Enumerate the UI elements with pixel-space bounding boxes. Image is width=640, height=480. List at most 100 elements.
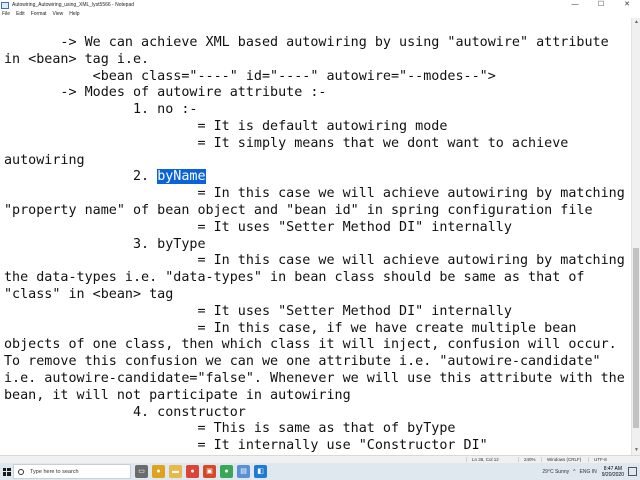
- taskbar-apps: ▭ ● ▬ ● ▣ ● ▤ ◧: [131, 465, 267, 478]
- vertical-scrollbar[interactable]: ▲ ▼: [631, 18, 640, 455]
- text-segment: <bean class="----" id="----" autowire="-…: [4, 68, 496, 84]
- text-line[interactable]: = It uses "Setter Method DI" internally: [4, 220, 625, 237]
- text-segment: i.e. autowire-candidate="false". Wheneve…: [4, 370, 625, 386]
- selected-text: byName: [157, 169, 206, 185]
- text-line[interactable]: autowiring: [4, 153, 625, 170]
- zoom-level: 240%: [524, 457, 536, 462]
- taskbar: Type here to search ▭ ● ▬ ● ▣ ● ▤ ◧ 29°C Sunny …: [0, 463, 640, 480]
- text-segment: -> We can achieve XML based autowiring b…: [4, 35, 609, 50]
- text-segment: = In this case, if we have create multip…: [4, 320, 577, 336]
- encoding: UTF-8: [594, 457, 607, 462]
- taskbar-search[interactable]: Type here to search: [13, 464, 131, 479]
- text-line[interactable]: = It simply means that we dont want to a…: [4, 136, 625, 153]
- text-segment: bean, it will not participate in autowir…: [4, 387, 351, 403]
- cursor-position: Ln 36, Col 12: [472, 457, 499, 462]
- text-segment: = In this case we will achieve autowirin…: [4, 186, 625, 202]
- text-line[interactable]: = In this case, if we have create multip…: [4, 321, 625, 338]
- text-segment: 1. no :-: [4, 102, 198, 118]
- chrome-icon[interactable]: ●: [152, 465, 165, 478]
- search-icon: [18, 468, 24, 475]
- text-line[interactable]: in <bean> tag i.e.: [4, 52, 625, 69]
- menu-file[interactable]: File: [2, 11, 10, 17]
- text-line[interactable]: 3. byType: [4, 237, 625, 254]
- text-line[interactable]: = It uses "Setter Method DI" internally: [4, 304, 625, 321]
- scroll-up-icon[interactable]: ▲: [632, 18, 640, 27]
- chrome-icon[interactable]: ●: [220, 465, 233, 478]
- system-tray: 29°C Sunny ^ ENG IN 8:47 AM 9/20/2020: [538, 463, 640, 480]
- text-segment: = It simply means that we dont want to a…: [4, 135, 569, 151]
- text-line[interactable]: the data-types i.e. "data-types" in bean…: [4, 270, 625, 287]
- text-line[interactable]: = It internally use "Constructor DI": [4, 438, 625, 455]
- text-line[interactable]: -> Modes of autowire attribute :-: [4, 85, 625, 102]
- maximize-button[interactable]: ☐: [588, 0, 614, 10]
- text-segment: 4. constructor: [4, 404, 246, 420]
- status-divider: [588, 457, 589, 462]
- text-line[interactable]: To remove this confusion we can we one a…: [4, 354, 625, 371]
- text-line[interactable]: "class" in <bean> tag: [4, 287, 625, 304]
- vscode-icon[interactable]: ◧: [254, 465, 267, 478]
- scrollbar-thumb[interactable]: [633, 248, 639, 428]
- title-bar: Autowiring_Autowiring_using_XML_lyst5566…: [0, 0, 640, 10]
- text-segment: 2.: [4, 169, 158, 185]
- text-segment: = It internally use "Constructor DI": [4, 438, 488, 454]
- text-line[interactable]: "property name" of bean object and "bean…: [4, 203, 625, 220]
- text-line[interactable]: i.e. autowire-candidate="false". Wheneve…: [4, 371, 625, 388]
- text-line[interactable]: bean, it will not participate in autowir…: [4, 388, 625, 405]
- text-segment: To remove this confusion we can we one a…: [4, 354, 601, 370]
- text-segment: -> Modes of autowire attribute :-: [4, 85, 327, 101]
- status-divider: [518, 457, 519, 462]
- menu-help[interactable]: Help: [69, 11, 79, 17]
- chrome-icon[interactable]: ●: [186, 465, 199, 478]
- clock-time: 8:47 AM: [603, 465, 623, 472]
- text-segment: objects of one class, then which class i…: [4, 337, 617, 353]
- menu-format[interactable]: Format: [31, 11, 47, 17]
- window-controls: — ☐ ✕: [562, 0, 640, 10]
- text-line[interactable]: = In this case we will achieve autowirin…: [4, 186, 625, 203]
- text-segment: = It uses "Setter Method DI" internally: [4, 219, 512, 235]
- notepad-icon[interactable]: ▤: [237, 465, 250, 478]
- text-segment: "class" in <bean> tag: [4, 286, 174, 302]
- line-ending: Windows (CRLF): [547, 457, 582, 462]
- office-icon[interactable]: ▣: [203, 465, 216, 478]
- search-placeholder: Type here to search: [30, 468, 79, 475]
- minimize-button[interactable]: —: [562, 0, 588, 10]
- scroll-down-icon[interactable]: ▼: [632, 446, 640, 455]
- task-view-icon[interactable]: ▭: [135, 465, 148, 478]
- text-line[interactable]: 4. constructor: [4, 405, 625, 422]
- language-indicator[interactable]: ENG IN: [580, 469, 597, 475]
- window-title: Autowiring_Autowiring_using_XML_lyst5566…: [12, 2, 135, 8]
- status-bar: Ln 36, Col 12 240% Windows (CRLF) UTF-8: [0, 455, 640, 463]
- notification-icon[interactable]: [628, 467, 637, 476]
- text-line[interactable]: -> We can achieve XML based autowiring b…: [4, 35, 625, 52]
- document-text[interactable]: -> We can achieve XML based autowiring b…: [4, 35, 625, 455]
- text-segment: = It uses "Setter Method DI" internally: [4, 303, 512, 319]
- menu-view[interactable]: View: [53, 11, 64, 17]
- clock[interactable]: 8:47 AM 9/20/2020: [602, 466, 624, 478]
- windows-icon: [2, 467, 11, 476]
- start-button[interactable]: [0, 463, 13, 480]
- text-segment: = This is same as that of byType: [4, 421, 456, 437]
- text-line[interactable]: 2. byName: [4, 169, 625, 186]
- text-segment: = It is default autowiring mode: [4, 118, 448, 134]
- text-line[interactable]: objects of one class, then which class i…: [4, 337, 625, 354]
- close-button[interactable]: ✕: [614, 0, 640, 10]
- text-line[interactable]: <bean class="----" id="----" autowire="-…: [4, 69, 625, 86]
- text-editor[interactable]: -> We can achieve XML based autowiring b…: [0, 18, 631, 455]
- weather[interactable]: 29°C Sunny: [542, 469, 569, 475]
- file-explorer-icon[interactable]: ▬: [169, 465, 182, 478]
- text-line[interactable]: = In this case we will achieve autowirin…: [4, 253, 625, 270]
- text-segment: 3. byType: [4, 236, 206, 252]
- clock-date: 9/20/2020: [601, 471, 624, 478]
- text-segment: the data-types i.e. "data-types" in bean…: [4, 270, 585, 286]
- tray-chevron-icon[interactable]: ^: [573, 469, 575, 475]
- text-segment: = In this case we will achieve autowirin…: [4, 253, 625, 269]
- text-line[interactable]: 1. no :-: [4, 102, 625, 119]
- text-line[interactable]: = It is default autowiring mode: [4, 119, 625, 136]
- status-divider: [466, 457, 467, 462]
- text-segment: in <bean> tag i.e.: [4, 51, 150, 67]
- text-segment: "property name" of bean object and "bean…: [4, 202, 593, 218]
- menu-bar: File Edit Format View Help: [0, 10, 640, 18]
- menu-edit[interactable]: Edit: [16, 11, 25, 17]
- text-segment: autowiring: [4, 152, 85, 168]
- text-line[interactable]: = This is same as that of byType: [4, 421, 625, 438]
